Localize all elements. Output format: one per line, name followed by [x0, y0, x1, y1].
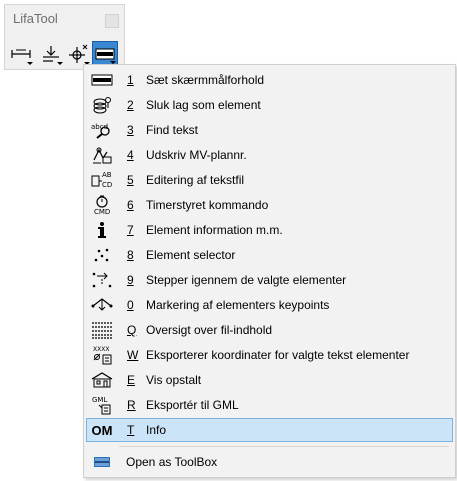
menu-item-key: 7	[127, 223, 134, 237]
menu-item-key: R	[127, 398, 136, 412]
level-icon	[43, 46, 59, 62]
toolbox-icon	[91, 453, 113, 471]
aspect-ratio-icon	[91, 71, 113, 89]
menu-item-4[interactable]: 4 Udskriv MV-plannr.	[86, 143, 453, 167]
menu-item-key: 0	[127, 298, 134, 312]
menu-item-key: E	[127, 373, 136, 387]
menu-item-label: Open as ToolBox	[126, 455, 218, 469]
menu-item-0[interactable]: 0 Markering af elementers keypoints	[86, 293, 453, 317]
measure-button[interactable]	[8, 41, 34, 67]
menu-item-label: Element selector	[146, 248, 236, 262]
menu-item-label: Stepper igennem de valgte elementer	[146, 273, 347, 287]
menu-item-key: 1	[127, 73, 134, 87]
svg-text:CD: CD	[102, 181, 112, 189]
menu-item-label: Eksporterer koordinater for valgte tekst…	[146, 348, 410, 362]
print-plan-icon	[91, 146, 113, 164]
menu-item-label: Vis opstalt	[146, 373, 202, 387]
elevation-icon	[91, 371, 113, 389]
menu-item-label: Udskriv MV-plannr.	[146, 148, 247, 162]
menu-item-label: Find tekst	[146, 123, 199, 137]
menu-item-label: Timerstyret kommando	[146, 198, 269, 212]
menu-item-7[interactable]: 7 Element information m.m.	[86, 218, 453, 242]
menu-item-1[interactable]: 1 Sæt skærmmålforhold	[86, 68, 453, 92]
menu-item-label: Sæt skærmmålforhold	[146, 73, 265, 87]
menu-item-6[interactable]: CMD 6 Timerstyret kommando	[86, 193, 453, 217]
export-coords-icon: XXXX	[91, 346, 113, 365]
level-button[interactable]	[38, 41, 64, 67]
menu-item-key: 4	[127, 148, 134, 162]
svg-text:XXXX: XXXX	[93, 346, 109, 353]
om-icon-text: OM	[91, 422, 113, 438]
om-icon: OM	[91, 421, 113, 439]
svg-text:AB: AB	[102, 171, 112, 179]
menu-item-w[interactable]: XXXX W Eksporterer koordinater for valgt…	[86, 343, 453, 367]
menu-item-e[interactable]: E Vis opstalt	[86, 368, 453, 392]
toolbar-close-button[interactable]	[105, 14, 119, 28]
keypoints-icon	[91, 296, 113, 314]
menu-item-key: 8	[127, 248, 134, 262]
tools-dropdown-menu: 1 Sæt skærmmålforhold 2 Sluk lag som ele…	[83, 64, 456, 478]
menu-item-label: Editering af tekstfil	[146, 173, 245, 187]
menu-item-label: Markering af elementers keypoints	[146, 298, 330, 312]
menu-item-label: Element information m.m.	[146, 223, 283, 237]
move-icon	[69, 44, 88, 63]
lifatool-toolbar-window: LifaTool	[4, 4, 125, 70]
menu-item-key: W	[127, 348, 139, 362]
menu-item-key: 5	[127, 173, 134, 187]
svg-text:CMD: CMD	[94, 208, 110, 215]
stepper-icon	[91, 271, 113, 289]
menu-separator	[119, 446, 449, 447]
menu-item-9[interactable]: 9 Stepper igennem de valgte elementer	[86, 268, 453, 292]
menu-item-key: 3	[127, 123, 134, 137]
menu-item-r[interactable]: GML R Eksportér til GML	[86, 393, 453, 417]
menu-item-label: Oversigt over fil-indhold	[146, 323, 273, 337]
element-selector-icon	[91, 246, 113, 264]
svg-text:GML: GML	[92, 396, 107, 404]
menu-item-key: 9	[127, 273, 134, 287]
menu-item-q[interactable]: Q Oversigt over fil-indhold	[86, 318, 453, 342]
toolbar-title: LifaTool	[13, 11, 58, 26]
menu-item-label: Info	[146, 423, 167, 437]
file-overview-icon	[91, 321, 113, 339]
menu-item-3[interactable]: abcd 3 Find tekst	[86, 118, 453, 142]
menu-item-label: Eksportér til GML	[146, 398, 239, 412]
edit-textfile-icon: AB CD	[91, 171, 113, 189]
menu-item-key: 2	[127, 98, 134, 112]
menu-item-key: Q	[127, 323, 137, 337]
toolbox-icon	[95, 48, 115, 60]
menu-item-label: Sluk lag som element	[146, 98, 261, 112]
menu-item-t[interactable]: OM T Info	[86, 418, 453, 442]
menu-item-2[interactable]: 2 Sluk lag som element	[86, 93, 453, 117]
open-as-toolbox-item[interactable]: Open as ToolBox	[86, 450, 453, 474]
menu-item-key: T	[127, 423, 135, 437]
export-gml-icon: GML	[91, 396, 113, 415]
find-text-icon: abcd	[91, 121, 113, 139]
info-icon	[91, 221, 113, 239]
layers-off-icon	[91, 96, 113, 114]
timer-command-icon: CMD	[91, 195, 113, 215]
menu-item-key: 6	[127, 198, 134, 212]
menu-item-8[interactable]: 8 Element selector	[86, 243, 453, 267]
menu-item-5[interactable]: AB CD 5 Editering af tekstfil	[86, 168, 453, 192]
measure-icon	[11, 49, 31, 58]
